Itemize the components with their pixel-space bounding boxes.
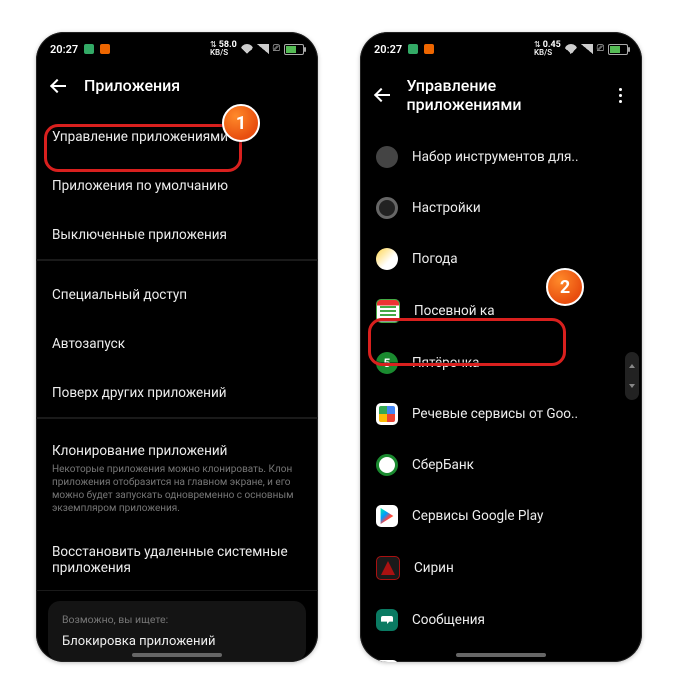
row-overlay[interactable]: Поверх других приложений [36, 369, 318, 418]
app-row-toolkit[interactable]: Набор инструментов для.. [360, 132, 642, 183]
calendar-icon [376, 299, 400, 323]
pyat-icon: 5 [376, 352, 398, 374]
signal-icon [257, 44, 269, 54]
overflow-menu-icon[interactable] [613, 88, 628, 103]
app-row-sber[interactable]: СберБанк [360, 440, 642, 491]
nav-pill[interactable] [456, 653, 546, 657]
app-label: СберБанк [412, 457, 626, 473]
app-row-settings[interactable]: Настройки [360, 183, 642, 234]
app-row-play[interactable]: Сервисы Google Play [360, 491, 642, 542]
row-restore[interactable]: Восстановить удаленные системные приложе… [36, 530, 318, 591]
sber-icon [376, 454, 398, 476]
header: Приложения [36, 62, 318, 113]
app-label: Речевые сервисы от Goo.. [412, 406, 626, 422]
status-app-icon [408, 44, 418, 54]
comm-icon [376, 660, 398, 662]
row-default-apps[interactable]: Приложения по умолчанию [36, 162, 318, 211]
app-label: Настройки [412, 200, 626, 216]
status-net-speed: ⇅ 0.45KB/S [534, 41, 561, 57]
page-title: Приложения [84, 76, 180, 95]
phone-screen-left: 20:27 ⇅ 58.0KB/S ⎚ Приложения Управление… [36, 32, 318, 662]
app-row-google[interactable]: Речевые сервисы от Goo.. [360, 389, 642, 440]
sim-icon: ⎚ [273, 44, 280, 54]
app-row-pyat[interactable]: 5 Пятёрочка [360, 338, 642, 389]
toolkit-icon [376, 146, 398, 168]
sim-icon: ⎚ [597, 44, 604, 54]
app-label: Погода [412, 251, 626, 267]
status-app-icon [424, 44, 434, 54]
search-suggest-card: Возможно, вы ищете: Блокировка приложени… [48, 601, 306, 661]
phone-screen-right: 20:27 ⇅ 0.45KB/S ⎚ Управление приложения… [360, 32, 642, 662]
nav-pill[interactable] [132, 653, 222, 657]
app-label: Набор инструментов для.. [412, 149, 626, 165]
suggest-option[interactable]: Блокировка приложений [62, 634, 292, 649]
status-app-icon [84, 44, 94, 54]
row-disabled-apps[interactable]: Выключенные приложения [36, 211, 318, 260]
sirin-icon [376, 556, 400, 580]
app-row-weather[interactable]: Погода [360, 234, 642, 285]
app-row-sirin[interactable]: Сирин [360, 542, 642, 595]
google-icon [376, 403, 398, 425]
app-label: Сервисы Google Play [412, 508, 626, 524]
header: Управление приложениями [360, 62, 642, 132]
wifi-icon [241, 44, 253, 54]
app-label: Сообщения [412, 612, 626, 628]
app-row-calendar[interactable]: Посевной ка [360, 285, 642, 338]
back-icon[interactable] [50, 77, 68, 95]
row-manage-apps[interactable]: Управление приложениями [36, 113, 318, 162]
status-bar: 20:27 ⇅ 0.45KB/S ⎚ [360, 32, 642, 62]
status-bar: 20:27 ⇅ 58.0KB/S ⎚ [36, 32, 318, 62]
status-net-speed: ⇅ 58.0KB/S [210, 41, 237, 57]
settings-icon [376, 197, 398, 219]
play-icon [376, 505, 398, 527]
weather-icon [376, 248, 398, 270]
row-autostart[interactable]: Автозапуск [36, 320, 318, 369]
row-clone[interactable]: Клонирование приложений Некоторые прилож… [36, 429, 318, 530]
msg-icon [376, 609, 398, 631]
status-app-icon [100, 44, 110, 54]
status-time: 20:27 [374, 43, 402, 56]
status-time: 20:27 [50, 43, 78, 56]
signal-icon [581, 44, 593, 54]
app-label: Сирин [414, 560, 626, 576]
wifi-icon [565, 44, 577, 54]
page-title: Управление приложениями [406, 76, 597, 114]
row-special-access[interactable]: Специальный доступ [36, 271, 318, 320]
suggest-label: Возможно, вы ищете: [62, 613, 292, 626]
app-label: Пятёрочка [412, 355, 626, 371]
scroll-handle[interactable] [625, 352, 639, 400]
back-icon[interactable] [374, 86, 390, 104]
app-row-msg[interactable]: Сообщения [360, 595, 642, 646]
app-label: Посевной ка [414, 303, 626, 319]
